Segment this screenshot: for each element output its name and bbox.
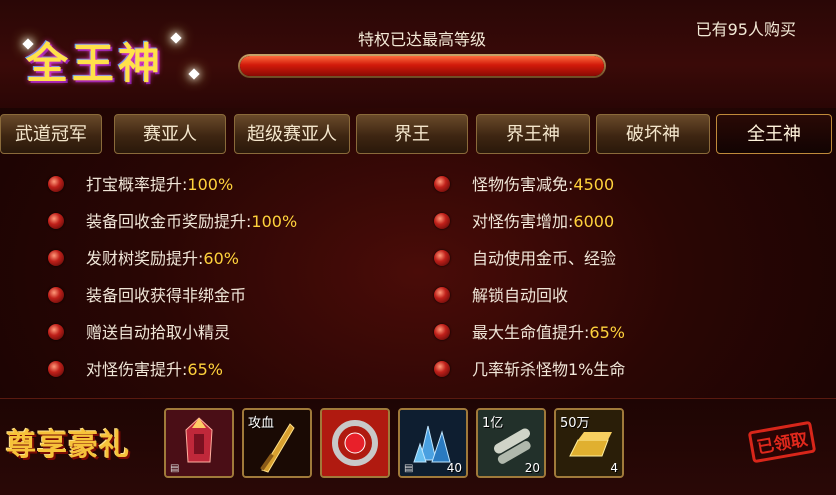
list-item: 怪物伤害减免:4500	[400, 166, 836, 203]
bullet-icon	[48, 250, 64, 266]
list-item: 对怪伤害增加:6000	[400, 203, 836, 240]
tab-wudaoguanjun[interactable]: 武道冠军	[0, 114, 102, 154]
reward-item-crystal[interactable]: ▤ 40	[398, 408, 468, 478]
list-item: 装备回收获得非绑金币	[0, 277, 400, 314]
red-gem-ring-icon	[322, 410, 388, 476]
list-item: 发财树奖励提升:60%	[0, 240, 400, 277]
list-item: 装备回收金币奖励提升:100%	[0, 203, 400, 240]
perk-value: 100%	[187, 175, 234, 194]
list-item: 最大生命值提升:65%	[400, 314, 836, 351]
bound-icon: ▤	[404, 463, 414, 474]
bullet-icon	[434, 250, 450, 266]
list-item: 赠送自动拾取小精灵	[0, 314, 400, 351]
header-panel: 全王神 特权已达最高等级 已有95人购买	[0, 0, 836, 108]
item-count: 20	[524, 461, 540, 475]
perk-value: 65%	[589, 323, 625, 342]
tab-saiyaren[interactable]: 赛亚人	[114, 114, 226, 154]
tab-chaojisaiyaren[interactable]: 超级赛亚人	[234, 114, 350, 154]
tab-quanwangshen[interactable]: 全王神	[716, 114, 832, 154]
bullet-icon	[434, 176, 450, 192]
privilege-title: 特权已达最高等级	[357, 30, 486, 49]
vip-logo: 全王神	[22, 30, 202, 90]
logo-text: 全王神	[26, 39, 165, 88]
list-item: 对怪伤害提升:65%	[0, 351, 400, 388]
bullet-icon	[48, 213, 64, 229]
list-item: 自动使用金币、经验	[400, 240, 836, 277]
bullet-icon	[434, 213, 450, 229]
privilege-progress-bar	[238, 54, 606, 78]
reward-item-ring[interactable]	[320, 408, 390, 478]
item-count: 4	[610, 461, 618, 475]
tier-tabs: 武道冠军 赛亚人 超级赛亚人 界王 界王神 破坏神 全王神	[0, 114, 836, 156]
tab-jiewangshen[interactable]: 界王神	[476, 114, 590, 154]
bullet-icon	[48, 324, 64, 340]
perk-value: 100%	[251, 212, 298, 231]
bullet-icon	[434, 324, 450, 340]
reward-item-armor[interactable]: ▤	[164, 408, 234, 478]
bullet-icon	[48, 287, 64, 303]
list-item: 打宝概率提升:100%	[0, 166, 400, 203]
reward-item-scroll[interactable]: 1亿 20	[476, 408, 546, 478]
bullet-icon	[434, 287, 450, 303]
list-item: 几率斩杀怪物1%生命	[400, 351, 836, 388]
tab-jiewang[interactable]: 界王	[356, 114, 468, 154]
perk-value: 65%	[187, 360, 223, 379]
item-count: 40	[446, 461, 462, 475]
list-item: 解锁自动回收	[400, 277, 836, 314]
item-tag: 50万	[560, 416, 590, 431]
bullet-icon	[434, 361, 450, 377]
sparkle-icon	[170, 32, 182, 44]
item-tag: 1亿	[482, 416, 504, 431]
progress-fill	[240, 56, 604, 76]
reward-item-sword[interactable]: 攻血	[242, 408, 312, 478]
buyers-count: 已有95人购买	[695, 20, 796, 39]
reward-item-gold[interactable]: 50万 4	[554, 408, 624, 478]
perk-list-right: 怪物伤害减免:4500 对怪伤害增加:6000 自动使用金币、经验 解锁自动回收…	[400, 166, 836, 388]
bound-icon: ▤	[170, 463, 180, 474]
perk-list-left: 打宝概率提升:100% 装备回收金币奖励提升:100% 发财树奖励提升:60% …	[0, 166, 400, 388]
gift-title: 尊享豪礼	[6, 428, 130, 463]
tab-pohuaishen[interactable]: 破坏神	[596, 114, 710, 154]
perk-value: 4500	[573, 175, 615, 194]
item-tag: 攻血	[248, 416, 275, 431]
bullet-icon	[48, 176, 64, 192]
bullet-icon	[48, 361, 64, 377]
perk-value: 60%	[203, 249, 239, 268]
sparkle-icon	[188, 68, 200, 80]
perk-value: 6000	[573, 212, 615, 231]
